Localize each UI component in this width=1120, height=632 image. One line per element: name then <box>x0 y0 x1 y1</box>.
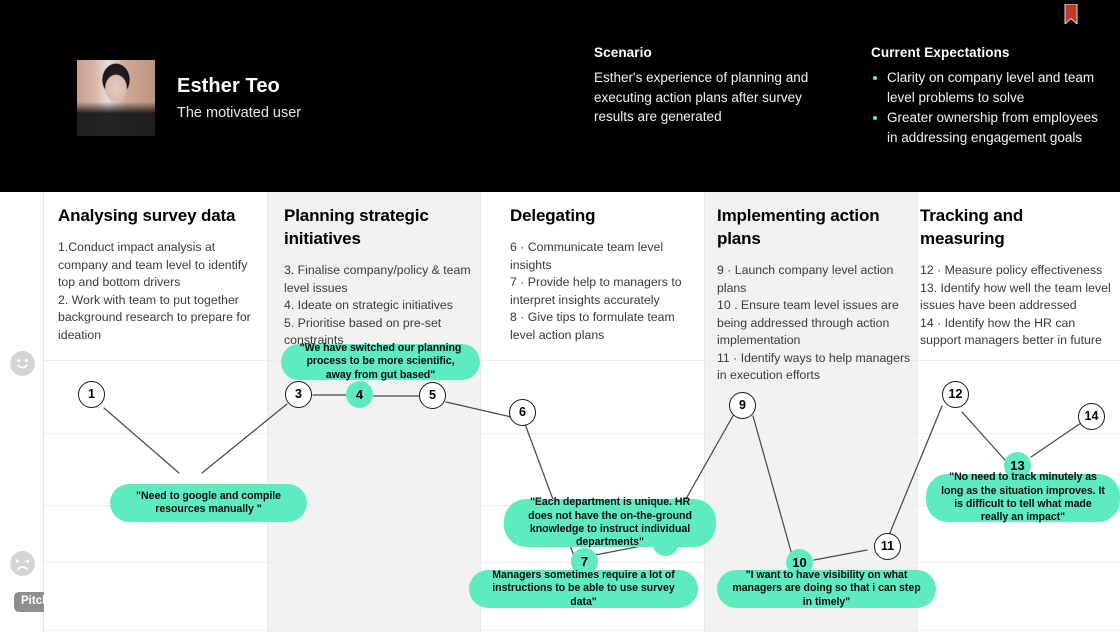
quote-planning[interactable]: "We have switched our planning process t… <box>281 342 480 381</box>
journey-node-6[interactable]: 6 <box>509 399 536 426</box>
expectations-list: Clarity on company level and team level … <box>871 68 1109 147</box>
expectations-block: Current Expectations Clarity on company … <box>871 44 1109 147</box>
bookmark-icon[interactable] <box>1064 4 1078 24</box>
persona-photo <box>77 60 155 136</box>
journey-board: Analysing survey data 1.Conduct impact a… <box>44 192 1120 632</box>
quote-google[interactable]: "Need to google and compile resources ma… <box>110 484 307 522</box>
persona-block: Esther Teo The motivated user <box>77 60 301 136</box>
quote-visibility[interactable]: "I want to have visibility on what manag… <box>717 569 936 608</box>
persona-header: Esther Teo The motivated user Scenario E… <box>0 0 1120 192</box>
journey-node-11[interactable]: 11 <box>874 533 901 560</box>
expectations-title: Current Expectations <box>871 45 1010 60</box>
list-item: Clarity on company level and team level … <box>871 68 1109 107</box>
quote-tracking[interactable]: "No need to track minutely as long as th… <box>926 471 1120 523</box>
journey-node-1[interactable]: 1 <box>78 381 105 408</box>
journey-node-12[interactable]: 12 <box>942 381 969 408</box>
frustrated-face-icon <box>10 551 35 576</box>
quote-department[interactable]: "Each department is unique. HR does not … <box>504 496 716 548</box>
happy-face-icon <box>10 351 35 376</box>
persona-role: The motivated user <box>177 105 302 121</box>
scenario-title: Scenario <box>594 45 652 60</box>
scenario-block: Scenario Esther's experience of planning… <box>594 44 844 127</box>
scenario-body: Esther's experience of planning and exec… <box>594 70 809 124</box>
journey-node-5[interactable]: 5 <box>419 382 446 409</box>
journey-node-14[interactable]: 14 <box>1078 403 1105 430</box>
left-rail: Pitch <box>0 192 57 632</box>
quote-managers[interactable]: Managers sometimes require a lot of inst… <box>469 569 698 608</box>
list-item: Greater ownership from employees in addr… <box>871 108 1109 147</box>
persona-name: Esther Teo <box>177 75 280 97</box>
persona-text: Esther Teo The motivated user <box>177 74 301 122</box>
journey-node-4[interactable]: 4 <box>346 381 373 408</box>
journey-map-canvas: Esther Teo The motivated user Scenario E… <box>0 0 1120 632</box>
journey-node-3[interactable]: 3 <box>285 381 312 408</box>
journey-node-9[interactable]: 9 <box>729 392 756 419</box>
